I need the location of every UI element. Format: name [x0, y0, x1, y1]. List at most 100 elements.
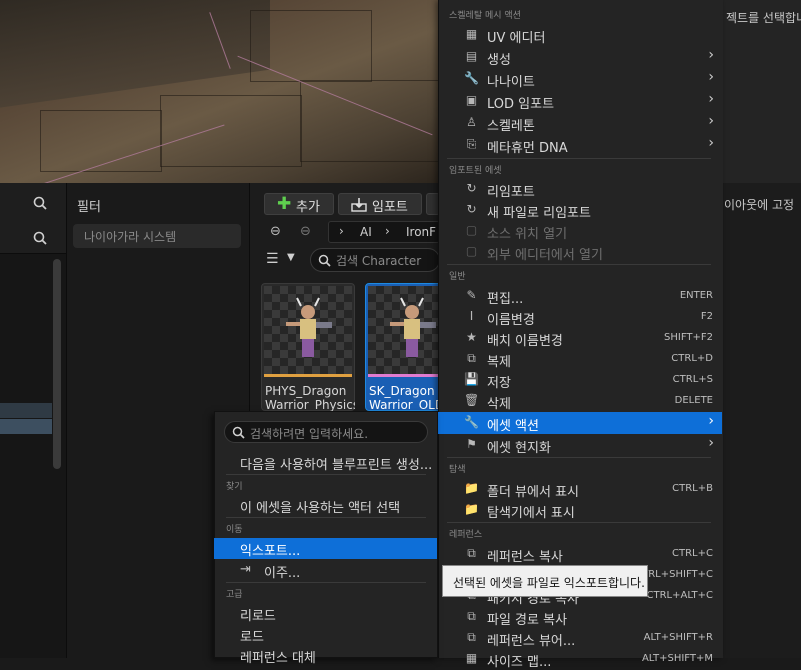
forward-arrow-icon[interactable]: ⊖	[300, 224, 311, 239]
menu-item-reload[interactable]: 리로드	[214, 603, 437, 624]
outliner-row[interactable]	[0, 403, 52, 418]
menu-item-open-external-editor: ▢ 외부 에디터에서 열기	[465, 244, 603, 263]
viewport-floor-tile	[300, 80, 438, 162]
viewport-floor-tile	[40, 110, 162, 172]
reimport-icon: ↻	[466, 181, 477, 195]
dna-import-icon: ⎘	[466, 137, 477, 151]
menu-item-skeleton[interactable]: ♙ 스켈레톤 ›	[438, 112, 722, 134]
dragon-warrior-figure-icon	[286, 297, 332, 357]
menu-item-save[interactable]: 💾 저장 CTRL+S	[438, 369, 722, 391]
menu-item-open-source-location: ▢ 소스 위치 열기	[465, 223, 568, 242]
asset-search-placeholder: 검색 Character	[336, 254, 422, 268]
search-icon[interactable]	[33, 231, 47, 245]
menu-item-export[interactable]: 익스포트...	[214, 538, 437, 559]
viewport-floor-tile	[250, 10, 372, 82]
menu-item-duplicate[interactable]: ⧉ 복제 CTRL+D	[438, 348, 722, 370]
menu-section-header: 스켈레탈 메시 액션	[449, 11, 521, 21]
chevron-right-icon: ›	[708, 135, 714, 151]
filter-item-niagara-system[interactable]: 나이아가라 시스템	[73, 224, 241, 248]
breadcrumb-item[interactable]: IronF	[406, 225, 436, 239]
back-arrow-icon[interactable]: ⊖	[270, 224, 281, 239]
menu-item-reimport[interactable]: ↻ 리임포트	[438, 178, 722, 200]
size-map-icon: ▦	[465, 651, 478, 665]
chevron-down-icon[interactable]: ▼	[287, 252, 295, 263]
create-icon: ▤	[465, 49, 478, 63]
right-lower-panel	[722, 183, 801, 658]
menu-section-header: 일반	[449, 272, 466, 282]
menu-item-reference-viewer[interactable]: ⧉ 레퍼런스 뷰어... ALT+SHIFT+R	[438, 627, 722, 649]
wrench-icon: 🔧	[464, 71, 479, 85]
menu-item-edit[interactable]: ✎ 편집... ENTER	[438, 285, 722, 307]
skeleton-icon: ♙	[466, 115, 477, 129]
menu-separator	[447, 264, 711, 265]
chevron-right-icon: ›	[708, 47, 714, 63]
import-button[interactable]: 임포트	[338, 193, 422, 215]
menu-item-show-in-folder-view[interactable]: 📁 폴더 뷰에서 표시 CTRL+B	[438, 478, 722, 500]
folder-search-icon: 📁	[464, 481, 479, 495]
rename-icon: Ⅰ	[469, 309, 474, 323]
outliner-row-selected[interactable]	[0, 419, 52, 434]
menu-item-asset-actions[interactable]: 🔧 에셋 액션 ›	[438, 412, 722, 434]
reference-viewer-icon: ⧉	[467, 630, 476, 644]
menu-item-load[interactable]: 로드	[214, 624, 437, 645]
outliner-scrollbar[interactable]	[53, 259, 61, 469]
batch-rename-icon: ★	[466, 330, 477, 344]
plus-icon: ✚	[277, 194, 292, 214]
menu-item-copy-file-path[interactable]: ⧉ 파일 경로 복사	[438, 606, 722, 628]
menu-item-uv-editor[interactable]: ▦ UV 에디터	[438, 24, 722, 46]
outliner-header	[0, 183, 66, 224]
viewport-wall	[0, 0, 270, 111]
viewport-floor-tile	[160, 95, 302, 167]
menu-item-create-blueprint[interactable]: 다음을 사용하여 블루프린트 생성...	[214, 452, 437, 473]
menu-item-lod-import[interactable]: ▣ LOD 임포트 ›	[438, 90, 722, 112]
uv-grid-icon: ▦	[465, 27, 478, 41]
submenu-search-placeholder: 검색하려면 입력하세요.	[250, 427, 369, 441]
menu-separator	[226, 474, 426, 475]
level-viewport[interactable]	[0, 0, 438, 183]
lod-icon: ▣	[465, 93, 478, 107]
menu-item-nanite[interactable]: 🔧 나나이트 ›	[438, 68, 722, 90]
menu-item-reimport-new-file[interactable]: ↻ 새 파일로 리임포트	[438, 199, 722, 221]
search-icon	[232, 426, 245, 439]
save-icon: 💾	[464, 372, 479, 386]
menu-item-delete[interactable]: 🗑 삭제 DELETE	[438, 390, 722, 412]
asset-tile[interactable]: PHYS_Dragon Warrior_Physics	[261, 283, 355, 412]
reimport-new-icon: ↻	[466, 202, 477, 216]
menu-item-copy-reference[interactable]: ⧉ 레퍼런스 복사 CTRL+C	[438, 543, 722, 565]
chevron-right-icon: ›	[708, 413, 714, 429]
menu-item-batch-rename[interactable]: ★ 배치 이름변경 SHIFT+F2	[438, 327, 722, 349]
menu-separator	[447, 158, 711, 159]
dock-hint-text: 이아웃에 고정	[724, 198, 795, 212]
asset-type-bar	[264, 374, 352, 377]
tooltip-text: 선택된 에셋을 파일로 익스포트합니다.	[453, 576, 645, 590]
menu-separator	[447, 522, 711, 523]
outliner-search-bar	[0, 223, 66, 254]
asset-actions-icon: 🔧	[464, 415, 479, 429]
menu-item-show-in-explorer[interactable]: 📁 탐색기에서 표시	[438, 499, 722, 521]
menu-section-header: 찾기	[226, 482, 243, 492]
menu-section-header: 레퍼런스	[449, 530, 483, 540]
menu-item-asset-localization[interactable]: ⚑ 에셋 현지화 ›	[438, 434, 722, 456]
search-icon[interactable]	[33, 196, 47, 210]
flag-icon: ⚑	[466, 437, 477, 451]
chevron-right-icon: ›	[385, 224, 390, 238]
add-button-label: 추가	[296, 200, 320, 215]
menu-item-size-map[interactable]: ▦ 사이즈 맵... ALT+SHIFT+M	[438, 648, 722, 670]
menu-section-header: 임포트된 에셋	[449, 166, 502, 176]
chevron-right-icon: ›	[708, 113, 714, 129]
breadcrumb-item[interactable]: AI	[360, 225, 372, 239]
search-icon	[318, 254, 331, 267]
menu-separator	[226, 517, 426, 518]
add-button[interactable]: ✚ 추가	[264, 193, 334, 215]
menu-item-metahuman-dna[interactable]: ⎘ 메타휴먼 DNA ›	[438, 134, 722, 156]
menu-item-replace-references[interactable]: 레퍼런스 대체	[214, 645, 437, 666]
menu-item-create[interactable]: ▤ 생성 ›	[438, 46, 722, 68]
details-panel	[722, 0, 801, 183]
filter-item-label: 나이아가라 시스템	[84, 230, 177, 244]
menu-item-select-actors[interactable]: 이 에셋을 사용하는 액터 선택	[214, 495, 437, 516]
asset-search-input[interactable]: 검색 Character	[310, 248, 440, 272]
menu-item-migrate[interactable]: ⇥ 이주...	[214, 560, 437, 581]
submenu-search-input[interactable]: 검색하려면 입력하세요.	[224, 421, 428, 443]
filter-icon[interactable]: ☰	[266, 251, 279, 267]
menu-item-rename[interactable]: Ⅰ 이름변경 F2	[438, 306, 722, 328]
